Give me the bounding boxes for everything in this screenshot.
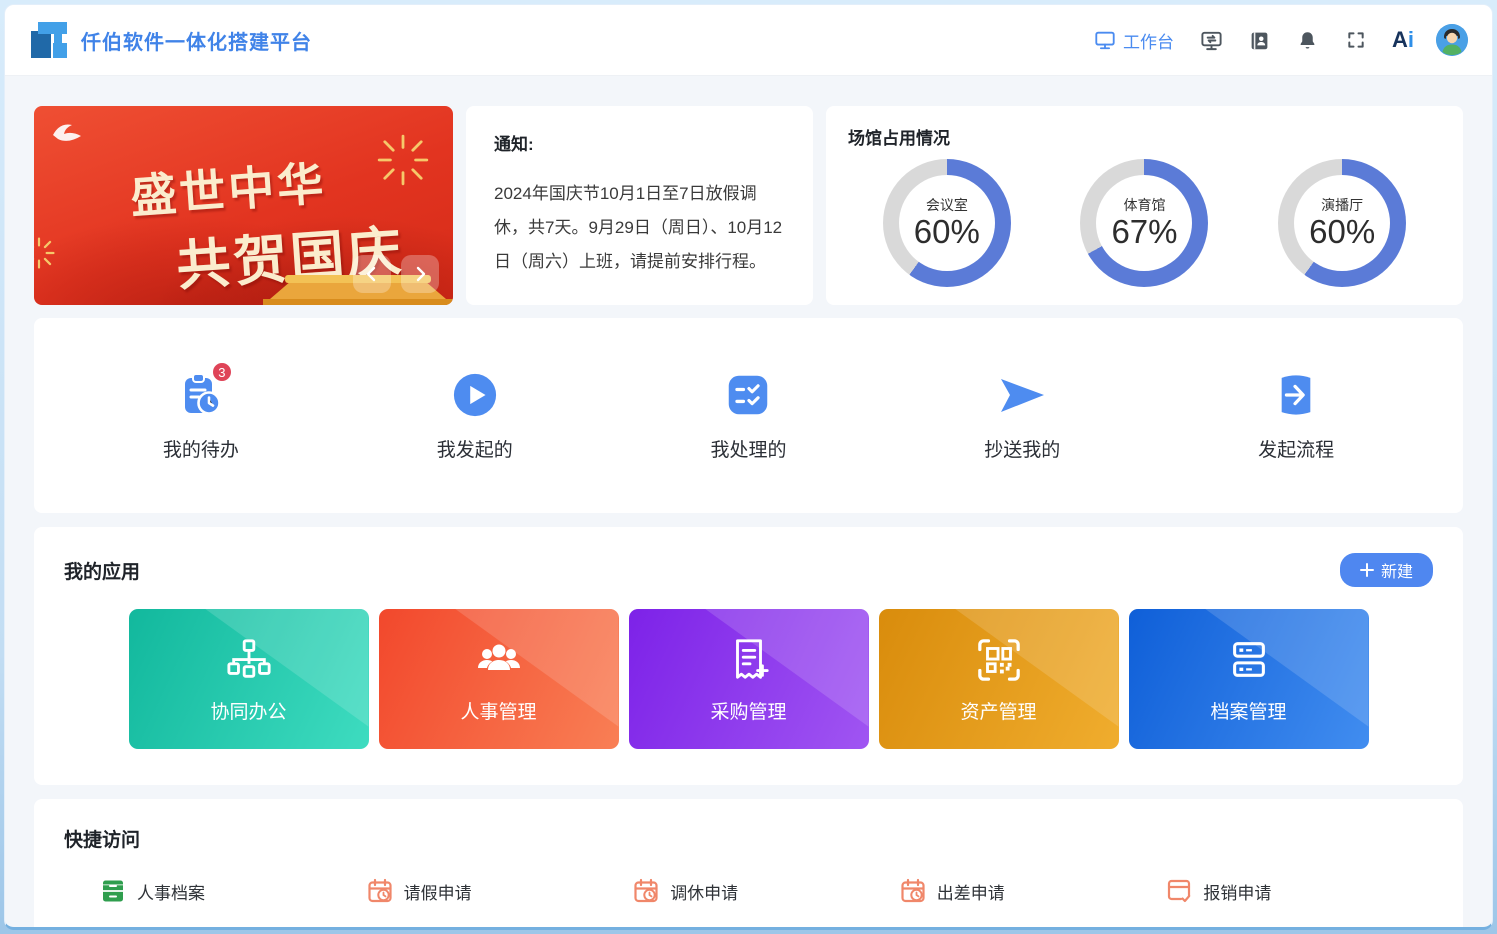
contact-card-icon[interactable] xyxy=(1248,28,1272,52)
file-cabinet-icon xyxy=(103,880,123,902)
receipt-check-icon xyxy=(1168,879,1191,903)
venue-occupancy-panel: 场馆占用情况 会议室 60% 体育馆 67% 演播厅 60% xyxy=(826,106,1463,305)
bell-icon[interactable] xyxy=(1296,28,1320,52)
firework-icon xyxy=(377,134,429,186)
app-card-label: 档案管理 xyxy=(1210,701,1287,723)
notice-body: 2024年国庆节10月1日至7日放假调休，共7天。9月29日（周日）、10月12… xyxy=(494,184,783,271)
venue-panel-title: 场馆占用情况 xyxy=(848,129,950,148)
workbench-page: 仟伯软件一体化搭建平台 工作台 Ai 盛世中华 共贺国庆 通知: 2024年国庆… xyxy=(4,4,1493,930)
action-label: 抄送我的 xyxy=(984,440,1061,461)
calendar-clock-icon xyxy=(901,878,925,903)
action-my-todos[interactable]: 3 我的待办 xyxy=(64,361,338,462)
new-app-button[interactable]: 新建 xyxy=(1339,553,1433,587)
quick-link-hr-archives[interactable]: 人事档案 xyxy=(100,878,367,904)
action-label: 我处理的 xyxy=(710,440,787,461)
send-plane-icon xyxy=(1001,379,1045,412)
dove-icon xyxy=(53,124,81,141)
donut-label: 演播厅 xyxy=(1321,197,1364,213)
app-card-label: 资产管理 xyxy=(960,701,1037,723)
app-card-purchasing[interactable]: 采购管理 xyxy=(628,609,869,749)
quick-link-label: 出差申请 xyxy=(936,883,1005,903)
app-card-hr[interactable]: 人事管理 xyxy=(378,609,619,749)
ai-assistant-icon[interactable]: Ai xyxy=(1392,27,1414,53)
donut-label: 体育馆 xyxy=(1123,197,1166,213)
people-group-icon xyxy=(477,644,520,670)
quick-link-label: 调休申请 xyxy=(670,883,739,903)
app-card-collaboration[interactable]: 协同办公 xyxy=(128,609,369,749)
quick-link-label: 请假申请 xyxy=(403,883,472,903)
app-card-archives[interactable]: 档案管理 xyxy=(1128,609,1369,749)
app-card-assets[interactable]: 资产管理 xyxy=(878,609,1119,749)
notice-panel: 通知: 2024年国庆节10月1日至7日放假调休，共7天。9月29日（周日）、1… xyxy=(466,106,813,305)
calendar-clock-icon xyxy=(634,878,658,903)
chevron-left-icon xyxy=(366,266,376,282)
screen-share-icon[interactable] xyxy=(1200,28,1224,52)
org-chart-icon xyxy=(226,638,271,678)
donut-chart-meeting-room: 会议室 60% xyxy=(882,159,1011,287)
quick-access-panel: 快捷访问 人事档案 请假申请 调休申请 出差申请 报销申请 xyxy=(34,799,1463,927)
user-avatar[interactable] xyxy=(1436,24,1468,56)
quick-link-label: 人事档案 xyxy=(137,883,205,903)
donut-value: 67% xyxy=(1111,213,1178,250)
action-label: 我发起的 xyxy=(436,440,513,461)
donut-value: 60% xyxy=(913,213,980,250)
monitor-icon xyxy=(1094,29,1116,51)
quick-link-business-trip-request[interactable]: 出差申请 xyxy=(900,878,1167,904)
start-flow-icon xyxy=(1281,375,1311,415)
app-card-label: 采购管理 xyxy=(710,701,787,723)
workbench-label: 工作台 xyxy=(1122,32,1174,52)
my-apps-panel: 我的应用 新建 协同办公 人事管理 采购管理 资产管理 档案管理 xyxy=(34,527,1463,785)
app-card-label: 人事管理 xyxy=(460,701,537,723)
checklist-icon xyxy=(729,375,768,415)
donut-label: 会议室 xyxy=(925,197,968,213)
quick-link-label: 报销申请 xyxy=(1203,883,1272,903)
chevron-right-icon xyxy=(416,266,426,282)
donut-chart-studio: 演播厅 60% xyxy=(1278,159,1407,287)
action-cc-to-me[interactable]: 抄送我的 xyxy=(885,369,1159,462)
play-circle-icon xyxy=(453,373,496,417)
calendar-clock-icon xyxy=(367,878,392,903)
carousel-next-button[interactable] xyxy=(401,255,439,293)
new-app-button-label: 新建 xyxy=(1380,564,1413,581)
donut-value: 60% xyxy=(1309,213,1376,250)
quick-access-title: 快捷访问 xyxy=(64,830,141,851)
workflow-actions-panel: 3 我的待办 我发起的 我处理的 抄送我的 发起流程 xyxy=(34,318,1463,513)
action-processed-by-me[interactable]: 我处理的 xyxy=(612,369,886,462)
quick-link-expense-claim[interactable]: 报销申请 xyxy=(1166,878,1433,904)
purchase-receipt-icon xyxy=(735,638,769,679)
app-card-label: 协同办公 xyxy=(210,701,287,723)
archive-server-icon xyxy=(1232,641,1265,677)
quick-link-comp-leave-request[interactable]: 调休申请 xyxy=(633,878,900,904)
action-initiated-by-me[interactable]: 我发起的 xyxy=(338,369,612,462)
firework-icon xyxy=(34,237,55,269)
qr-scan-icon xyxy=(977,638,1020,681)
action-start-workflow[interactable]: 发起流程 xyxy=(1159,369,1433,462)
app-title: 仟伯软件一体化搭建平台 xyxy=(81,31,312,54)
todo-count-badge: 3 xyxy=(210,361,233,383)
action-label: 发起流程 xyxy=(1258,440,1335,461)
fullscreen-icon[interactable] xyxy=(1344,28,1368,52)
action-label: 我的待办 xyxy=(162,440,239,461)
donut-chart-gymnasium: 体育馆 67% xyxy=(1080,159,1209,287)
promo-carousel-banner[interactable]: 盛世中华 共贺国庆 xyxy=(34,106,453,305)
quick-link-leave-request[interactable]: 请假申请 xyxy=(367,878,634,904)
app-logo-icon xyxy=(29,20,69,60)
carousel-prev-button[interactable] xyxy=(353,255,391,293)
my-apps-title: 我的应用 xyxy=(64,561,141,583)
plus-icon xyxy=(1359,563,1374,577)
main-content: 盛世中华 共贺国庆 通知: 2024年国庆节10月1日至7日放假调休，共7天。9… xyxy=(5,76,1492,927)
workbench-nav-button[interactable]: 工作台 xyxy=(1094,28,1174,53)
notice-title: 通知: xyxy=(494,135,534,154)
top-header: 仟伯软件一体化搭建平台 工作台 Ai xyxy=(5,5,1492,76)
